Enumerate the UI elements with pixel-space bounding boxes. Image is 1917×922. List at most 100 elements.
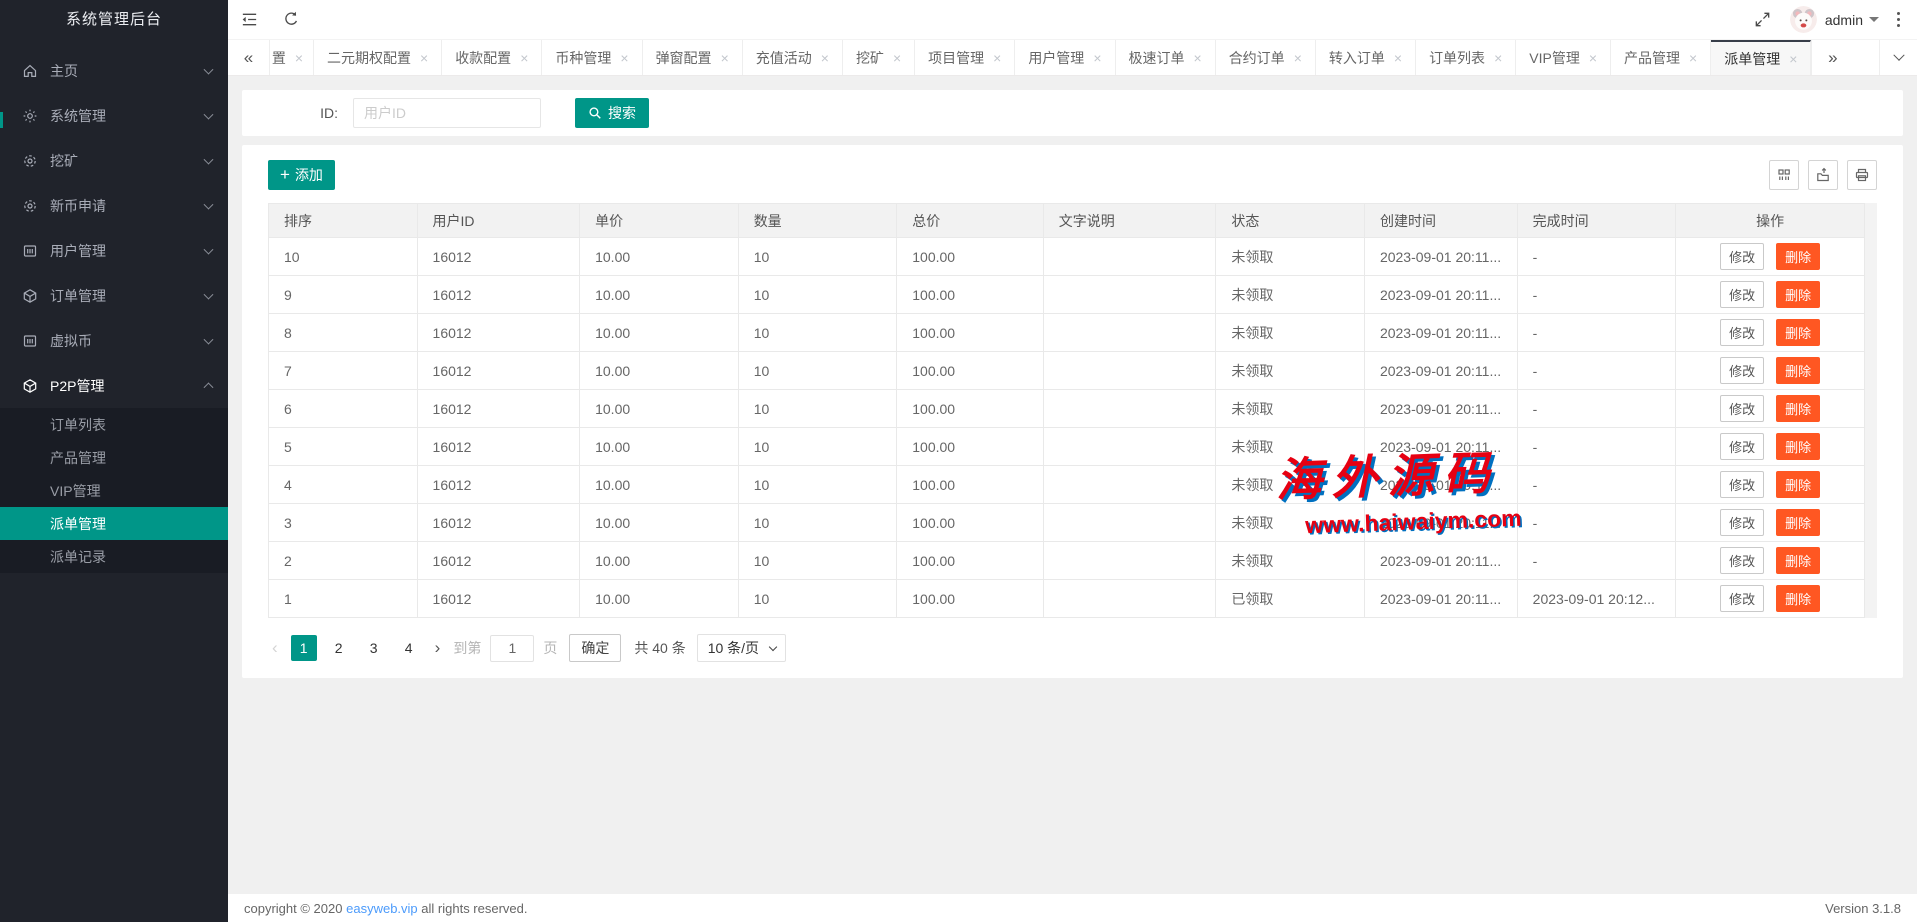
close-icon[interactable]: ×	[520, 51, 528, 65]
delete-button[interactable]: 删除	[1776, 281, 1820, 308]
tab[interactable]: VIP管理 ×	[1516, 40, 1611, 75]
close-icon[interactable]: ×	[295, 51, 303, 65]
sidebar-menu-item[interactable]: 新币申请	[0, 183, 228, 228]
page-number[interactable]: 1	[291, 635, 317, 661]
close-icon[interactable]: ×	[420, 51, 428, 65]
fullscreen-icon[interactable]	[1742, 0, 1784, 40]
page-number[interactable]: 4	[396, 635, 422, 661]
page-number[interactable]: 2	[326, 635, 352, 661]
footer-link[interactable]: easyweb.vip	[346, 901, 418, 916]
cell-unit_price: 10.00	[580, 314, 739, 352]
tab[interactable]: 弹窗配置 ×	[643, 40, 743, 75]
close-icon[interactable]: ×	[993, 51, 1001, 65]
sidebar-menu-item[interactable]: P2P管理	[0, 363, 228, 408]
collapse-sidebar-icon[interactable]	[228, 0, 270, 40]
delete-button[interactable]: 删除	[1776, 357, 1820, 384]
cell-sort: 4	[269, 466, 418, 504]
user-menu[interactable]: admin	[1825, 12, 1879, 28]
edit-button[interactable]: 修改	[1720, 357, 1764, 384]
tab-truncated[interactable]: 置 ×	[270, 40, 314, 75]
close-icon[interactable]: ×	[1494, 51, 1502, 65]
tab[interactable]: 项目管理 ×	[915, 40, 1015, 75]
edit-button[interactable]: 修改	[1720, 395, 1764, 422]
add-button[interactable]: + 添加	[268, 160, 335, 190]
column-header: 完成时间	[1517, 204, 1676, 238]
close-icon[interactable]: ×	[1394, 51, 1402, 65]
close-icon[interactable]: ×	[1194, 51, 1202, 65]
edit-button[interactable]: 修改	[1720, 433, 1764, 460]
search-button[interactable]: 搜索	[575, 98, 649, 128]
page-number[interactable]: 3	[361, 635, 387, 661]
next-page-button[interactable]: ›	[431, 638, 445, 658]
close-icon[interactable]: ×	[893, 51, 901, 65]
delete-button[interactable]: 删除	[1776, 395, 1820, 422]
edit-button[interactable]: 修改	[1720, 585, 1764, 612]
close-icon[interactable]: ×	[1789, 52, 1797, 66]
tabs-scroll-left-button[interactable]: «	[228, 40, 270, 75]
tab[interactable]: 充值活动 ×	[743, 40, 843, 75]
sidebar-menu-item[interactable]: 主页	[0, 48, 228, 93]
cell-total: 100.00	[897, 542, 1044, 580]
delete-button[interactable]: 删除	[1776, 585, 1820, 612]
close-icon[interactable]: ×	[1589, 51, 1597, 65]
table-vertical-scrollbar[interactable]	[1865, 203, 1877, 618]
tab[interactable]: 合约订单 ×	[1216, 40, 1316, 75]
refresh-icon[interactable]	[270, 0, 312, 40]
sidebar-menu-item[interactable]: 挖矿	[0, 138, 228, 183]
sidebar-submenu-item[interactable]: 产品管理	[0, 441, 228, 474]
tab-list-dropdown-button[interactable]	[1879, 40, 1917, 75]
cell-finished_at: -	[1517, 466, 1676, 504]
edit-button[interactable]: 修改	[1720, 509, 1764, 536]
sidebar-menu-item[interactable]: 用户管理	[0, 228, 228, 273]
close-icon[interactable]: ×	[1689, 51, 1697, 65]
edit-button[interactable]: 修改	[1720, 547, 1764, 574]
delete-button[interactable]: 删除	[1776, 243, 1820, 270]
sidebar-submenu-item[interactable]: 派单记录	[0, 540, 228, 573]
cell-user_id: 16012	[417, 390, 580, 428]
tab[interactable]: 极速订单 ×	[1116, 40, 1216, 75]
cell-finished_at: -	[1517, 238, 1676, 276]
delete-button[interactable]: 删除	[1776, 509, 1820, 536]
sidebar-submenu-item[interactable]: VIP管理	[0, 474, 228, 507]
cell-created_at: 2023-09-01 20:11...	[1364, 542, 1517, 580]
search-input[interactable]	[353, 98, 541, 128]
close-icon[interactable]: ×	[1093, 51, 1101, 65]
tab[interactable]: 用户管理 ×	[1015, 40, 1115, 75]
delete-button[interactable]: 删除	[1776, 433, 1820, 460]
edit-button[interactable]: 修改	[1720, 471, 1764, 498]
close-icon[interactable]: ×	[620, 51, 628, 65]
confirm-page-button[interactable]: 确定	[569, 634, 621, 662]
tab[interactable]: 产品管理 ×	[1611, 40, 1711, 75]
edit-button[interactable]: 修改	[1720, 281, 1764, 308]
avatar[interactable]	[1790, 6, 1817, 33]
columns-toggle-button[interactable]	[1769, 160, 1799, 190]
tab[interactable]: 币种管理 ×	[542, 40, 642, 75]
sidebar-menu-item[interactable]: 订单管理	[0, 273, 228, 318]
tab[interactable]: 转入订单 ×	[1316, 40, 1416, 75]
tab[interactable]: 订单列表 ×	[1416, 40, 1516, 75]
delete-button[interactable]: 删除	[1776, 547, 1820, 574]
close-icon[interactable]: ×	[821, 51, 829, 65]
delete-button[interactable]: 删除	[1776, 471, 1820, 498]
edit-button[interactable]: 修改	[1720, 319, 1764, 346]
tabs-scroll-right-button[interactable]: »	[1811, 40, 1853, 75]
goto-page-input[interactable]	[490, 635, 534, 662]
tab[interactable]: 二元期权配置 ×	[314, 40, 442, 75]
more-options-icon[interactable]	[1879, 0, 1917, 40]
page-size-select[interactable]: 10 条/页	[697, 634, 786, 662]
sidebar-submenu-item[interactable]: 订单列表	[0, 408, 228, 441]
export-button[interactable]	[1808, 160, 1838, 190]
close-icon[interactable]: ×	[721, 51, 729, 65]
sidebar-menu-item[interactable]: 系统管理	[0, 93, 228, 138]
cell-user_id: 16012	[417, 466, 580, 504]
tab[interactable]: 收款配置 ×	[442, 40, 542, 75]
sidebar-menu-item[interactable]: 虚拟币	[0, 318, 228, 363]
print-button[interactable]	[1847, 160, 1877, 190]
prev-page-button[interactable]: ‹	[268, 638, 282, 658]
tab[interactable]: 派单管理 ×	[1711, 40, 1811, 75]
sidebar-submenu-item[interactable]: 派单管理	[0, 507, 228, 540]
edit-button[interactable]: 修改	[1720, 243, 1764, 270]
close-icon[interactable]: ×	[1294, 51, 1302, 65]
delete-button[interactable]: 删除	[1776, 319, 1820, 346]
tab[interactable]: 挖矿 ×	[843, 40, 915, 75]
